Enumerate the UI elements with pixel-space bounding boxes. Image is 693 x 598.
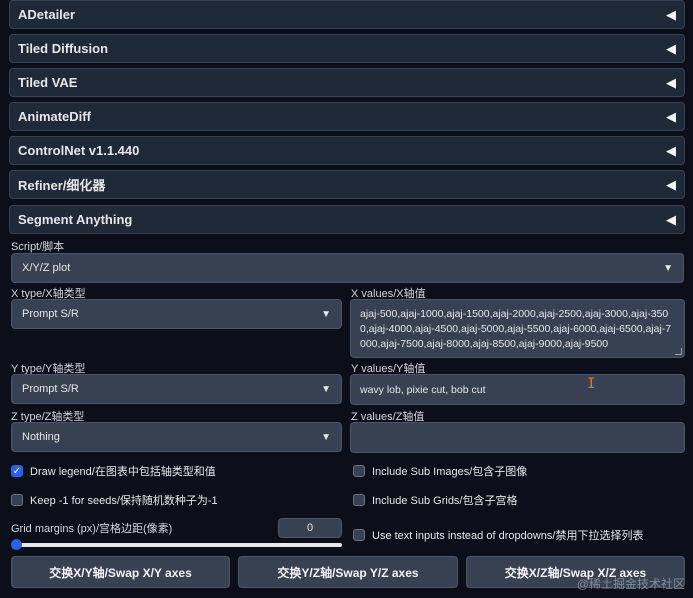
- accordion-refiner[interactable]: Refiner/细化器 ◀: [9, 170, 685, 199]
- watermark: @稀土掘金技术社区: [576, 577, 685, 591]
- accordion-segment-anything[interactable]: Segment Anything ◀: [9, 205, 685, 234]
- swap-yz-button[interactable]: 交换Y/Z轴/Swap Y/Z axes: [238, 556, 458, 588]
- collapse-triangle-icon: ◀: [666, 6, 676, 22]
- grid-margins-number-input[interactable]: 0: [278, 518, 342, 538]
- accordion-controlnet[interactable]: ControlNet v1.1.440 ◀: [9, 136, 685, 165]
- accordion-tiled-vae[interactable]: Tiled VAE ◀: [9, 68, 685, 97]
- x-type-dropdown[interactable]: Prompt S/R ▼: [11, 299, 342, 329]
- checkmark-icon[interactable]: ✓: [11, 465, 23, 477]
- draw-legend-label: Draw legend/在图表中包括轴类型和值: [30, 466, 216, 478]
- accordion-label: Segment Anything: [18, 212, 133, 227]
- script-label: Script/脚本: [11, 241, 65, 253]
- accordion-label: Tiled VAE: [18, 75, 78, 90]
- y-type-dropdown[interactable]: Prompt S/R ▼: [11, 374, 342, 404]
- keep-seeds-checkbox[interactable]: Keep -1 for seeds/保持随机数种子为-1: [11, 492, 218, 508]
- grid-margins-label: Grid margins (px)/宫格边距(像素): [11, 523, 173, 535]
- swap-xy-button[interactable]: 交换X/Y轴/Swap X/Y axes: [11, 556, 230, 588]
- collapse-triangle-icon: ◀: [666, 211, 676, 227]
- collapse-triangle-icon: ◀: [666, 74, 676, 90]
- resize-handle-icon[interactable]: [675, 348, 682, 355]
- accordion-label: Tiled Diffusion: [18, 41, 109, 56]
- checkbox-icon[interactable]: [353, 529, 365, 541]
- script-dropdown[interactable]: X/Y/Z plot ▼: [11, 253, 684, 283]
- text-cursor-icon: I: [587, 376, 596, 392]
- z-type-dropdown[interactable]: Nothing ▼: [11, 422, 342, 452]
- y-type-value: Prompt S/R: [22, 383, 79, 395]
- z-type-value: Nothing: [22, 431, 60, 443]
- include-sub-images-checkbox[interactable]: Include Sub Images/包含子图像: [353, 463, 527, 479]
- chevron-down-icon: ▼: [321, 431, 331, 443]
- z-values-field[interactable]: [350, 422, 685, 453]
- accordion-adetailer[interactable]: ADetailer ◀: [9, 0, 685, 29]
- include-sub-images-label: Include Sub Images/包含子图像: [372, 466, 528, 478]
- accordion-label: ADetailer: [18, 7, 76, 22]
- text-inputs-label: Use text inputs instead of dropdowns/禁用下…: [372, 530, 644, 542]
- y-values-text: wavy lob, pixie cut, bob cut: [360, 384, 486, 396]
- checkbox-icon[interactable]: [11, 494, 23, 506]
- text-inputs-checkbox[interactable]: Use text inputs instead of dropdowns/禁用下…: [353, 527, 643, 543]
- y-values-field[interactable]: wavy lob, pixie cut, bob cut: [350, 374, 685, 405]
- x-type-value: Prompt S/R: [22, 308, 79, 320]
- accordion-animatediff[interactable]: AnimateDiff ◀: [9, 102, 685, 131]
- checkbox-icon[interactable]: [353, 494, 365, 506]
- include-sub-grids-label: Include Sub Grids/包含子宫格: [372, 495, 518, 507]
- chevron-down-icon: ▼: [321, 308, 331, 320]
- accordion-label: Refiner/细化器: [18, 178, 106, 193]
- chevron-down-icon: ▼: [663, 262, 673, 274]
- accordion-tiled-diffusion[interactable]: Tiled Diffusion ◀: [9, 34, 685, 63]
- collapse-triangle-icon: ◀: [666, 40, 676, 56]
- x-values-text: ajaj-500,ajaj-1000,ajaj-1500,ajaj-2000,a…: [360, 308, 672, 350]
- include-sub-grids-checkbox[interactable]: Include Sub Grids/包含子宫格: [353, 492, 518, 508]
- slider-handle-icon[interactable]: [11, 539, 22, 550]
- script-value: X/Y/Z plot: [22, 262, 71, 274]
- x-values-field[interactable]: ajaj-500,ajaj-1000,ajaj-1500,ajaj-2000,a…: [350, 299, 685, 358]
- draw-legend-checkbox[interactable]: ✓ Draw legend/在图表中包括轴类型和值: [11, 463, 216, 479]
- collapse-triangle-icon: ◀: [666, 176, 676, 192]
- grid-margins-slider-track[interactable]: [14, 543, 342, 547]
- accordion-label: ControlNet v1.1.440: [18, 143, 140, 158]
- checkbox-icon[interactable]: [353, 465, 365, 477]
- collapse-triangle-icon: ◀: [666, 108, 676, 124]
- chevron-down-icon: ▼: [321, 383, 331, 395]
- keep-seeds-label: Keep -1 for seeds/保持随机数种子为-1: [30, 495, 218, 507]
- collapse-triangle-icon: ◀: [666, 142, 676, 158]
- accordion-label: AnimateDiff: [18, 109, 91, 124]
